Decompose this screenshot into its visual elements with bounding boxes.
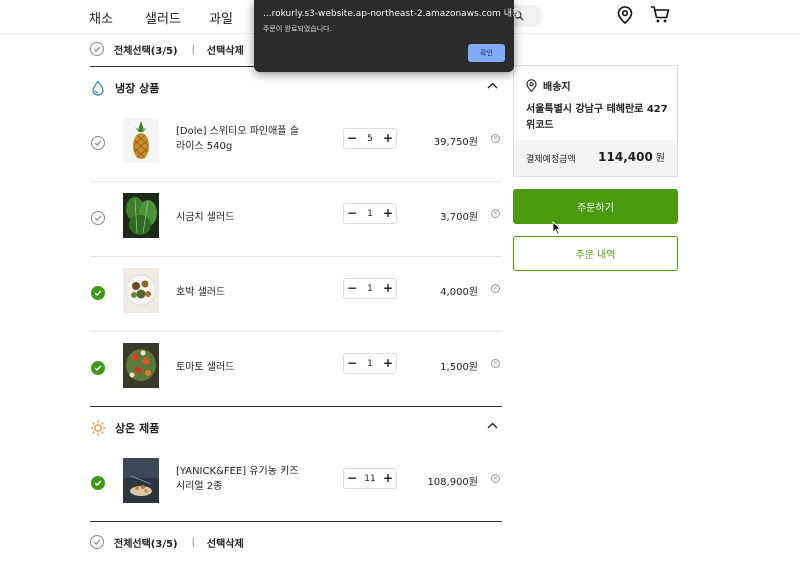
divider [90,521,502,522]
cart-item: 시금치 샐러드 − 1 + 3,700원 × [90,181,502,256]
select-all-label[interactable]: 전체선택(3/5) [114,42,178,57]
cart-item: 호박 샐러드 − 1 + 4,000원 × [90,256,502,331]
item-checkbox[interactable] [91,286,105,300]
delivery-title-row: 배송지 [526,78,571,93]
item-checkbox[interactable] [91,136,105,150]
remove-item-icon[interactable]: × [491,284,500,293]
alert-title: ...rokurly.s3-website.ap-northeast-2.ama… [263,9,524,19]
increase-button[interactable]: + [380,354,396,373]
delivery-address: 서울특별시 강남구 테헤란로 427 위코드 [526,104,668,131]
item-price: 4,000원 [440,287,478,298]
decrease-button[interactable]: − [344,129,360,148]
increase-button[interactable]: + [380,279,396,298]
product-name[interactable]: 호박 샐러드 [176,285,306,300]
remove-item-icon[interactable]: × [491,134,500,143]
quantity-stepper: − 1 + [343,203,397,224]
select-all-checkbox[interactable] [90,535,104,549]
sun-icon [90,420,106,436]
quantity-value: 1 [367,208,373,219]
water-drop-icon [92,80,104,96]
alert-ok-button[interactable]: 확인 [468,44,505,62]
item-checkbox[interactable] [91,211,105,225]
quantity-value: 11 [364,473,376,484]
cart-item: [YANICK&FEE] 유기농 키즈 시리얼 2종 − 11 + 108,90… [90,446,502,521]
item-price: 1,500원 [440,362,478,373]
select-all-label[interactable]: 전체선택(3/5) [114,535,178,550]
separator: | [191,43,195,55]
location-pin-icon [526,79,537,92]
product-image-cereal[interactable] [123,458,159,503]
decrease-button[interactable]: − [344,204,360,223]
section-refrigerated: 냉장 상품 [90,68,502,108]
remove-item-icon[interactable]: × [491,209,500,218]
section-title: 냉장 상품 [115,82,160,95]
quantity-value: 1 [367,358,373,369]
order-history-button[interactable]: 주문 내역 [513,236,678,271]
chevron-up-icon[interactable] [487,82,498,89]
delete-selected-button[interactable]: 선택삭제 [207,535,244,550]
product-name[interactable]: 토마토 샐러드 [176,360,306,375]
product-image-spinach[interactable] [123,193,159,238]
divider [90,406,502,407]
delivery-panel: 배송지 서울특별시 강남구 테헤란로 427 위코드 결제예정금액 114,40… [513,65,678,177]
nav-item-salad[interactable]: 샐러드 [145,8,181,27]
item-price: 39,750원 [433,137,478,148]
cart-item: 토마토 샐러드 − 1 + 1,500원 × [90,331,502,406]
item-checkbox[interactable] [91,476,105,490]
increase-button[interactable]: + [380,129,396,148]
product-name[interactable]: [YANICK&FEE] 유기농 키즈 시리얼 2종 [176,464,306,494]
total-value: 114,400 [598,150,653,164]
separator: | [191,536,195,548]
select-all-checkbox[interactable] [90,42,104,56]
chevron-up-icon[interactable] [487,422,498,429]
product-name[interactable]: [Dole] 스위티오 파인애플 슬라이스 540g [176,124,306,154]
remove-item-icon[interactable]: × [491,474,500,483]
product-name[interactable]: 시금치 샐러드 [176,210,306,225]
total-box: 결제예정금액 114,400 원 [514,140,677,176]
cart-icon[interactable] [650,5,670,24]
increase-button[interactable]: + [380,469,396,488]
total-amount: 114,400 원 [598,149,665,164]
delete-selected-button[interactable]: 선택삭제 [207,42,244,57]
quantity-value: 1 [367,283,373,294]
alert-dialog: ...rokurly.s3-website.ap-northeast-2.ama… [254,0,523,72]
decrease-button[interactable]: − [344,469,360,488]
quantity-stepper: − 1 + [343,278,397,299]
item-price: 108,900원 [427,477,478,488]
remove-item-icon[interactable]: × [491,359,500,368]
cart-item: [Dole] 스위티오 파인애플 슬라이스 540g − 5 + 39,750원… [90,106,502,181]
product-image-tomato-salad[interactable] [123,343,159,388]
order-button[interactable]: 주문하기 [513,189,678,224]
total-unit: 원 [655,153,665,164]
section-title: 상온 제품 [115,422,160,435]
item-price: 3,700원 [440,212,478,223]
total-label: 결제예정금액 [526,155,576,165]
quantity-value: 5 [367,133,373,144]
alert-message: 주문이 완료되었습니다. [263,25,332,33]
nav-item-fruit[interactable]: 과일 [209,8,233,27]
nav-item-vegetables[interactable]: 채소 [89,8,113,27]
delivery-title: 배송지 [543,82,571,93]
decrease-button[interactable]: − [344,279,360,298]
location-pin-icon[interactable] [617,6,633,24]
quantity-stepper: − 11 + [343,468,397,489]
quantity-stepper: − 1 + [343,353,397,374]
mouse-cursor-icon [552,221,562,235]
decrease-button[interactable]: − [344,354,360,373]
section-room-temperature: 상온 제품 [90,408,502,448]
select-all-bar-bottom: 전체선택(3/5) | 선택삭제 [90,527,502,557]
quantity-stepper: − 5 + [343,128,397,149]
item-checkbox[interactable] [91,361,105,375]
product-image-pumpkin-salad[interactable] [123,268,159,313]
increase-button[interactable]: + [380,204,396,223]
product-image-pineapple[interactable] [123,118,159,163]
